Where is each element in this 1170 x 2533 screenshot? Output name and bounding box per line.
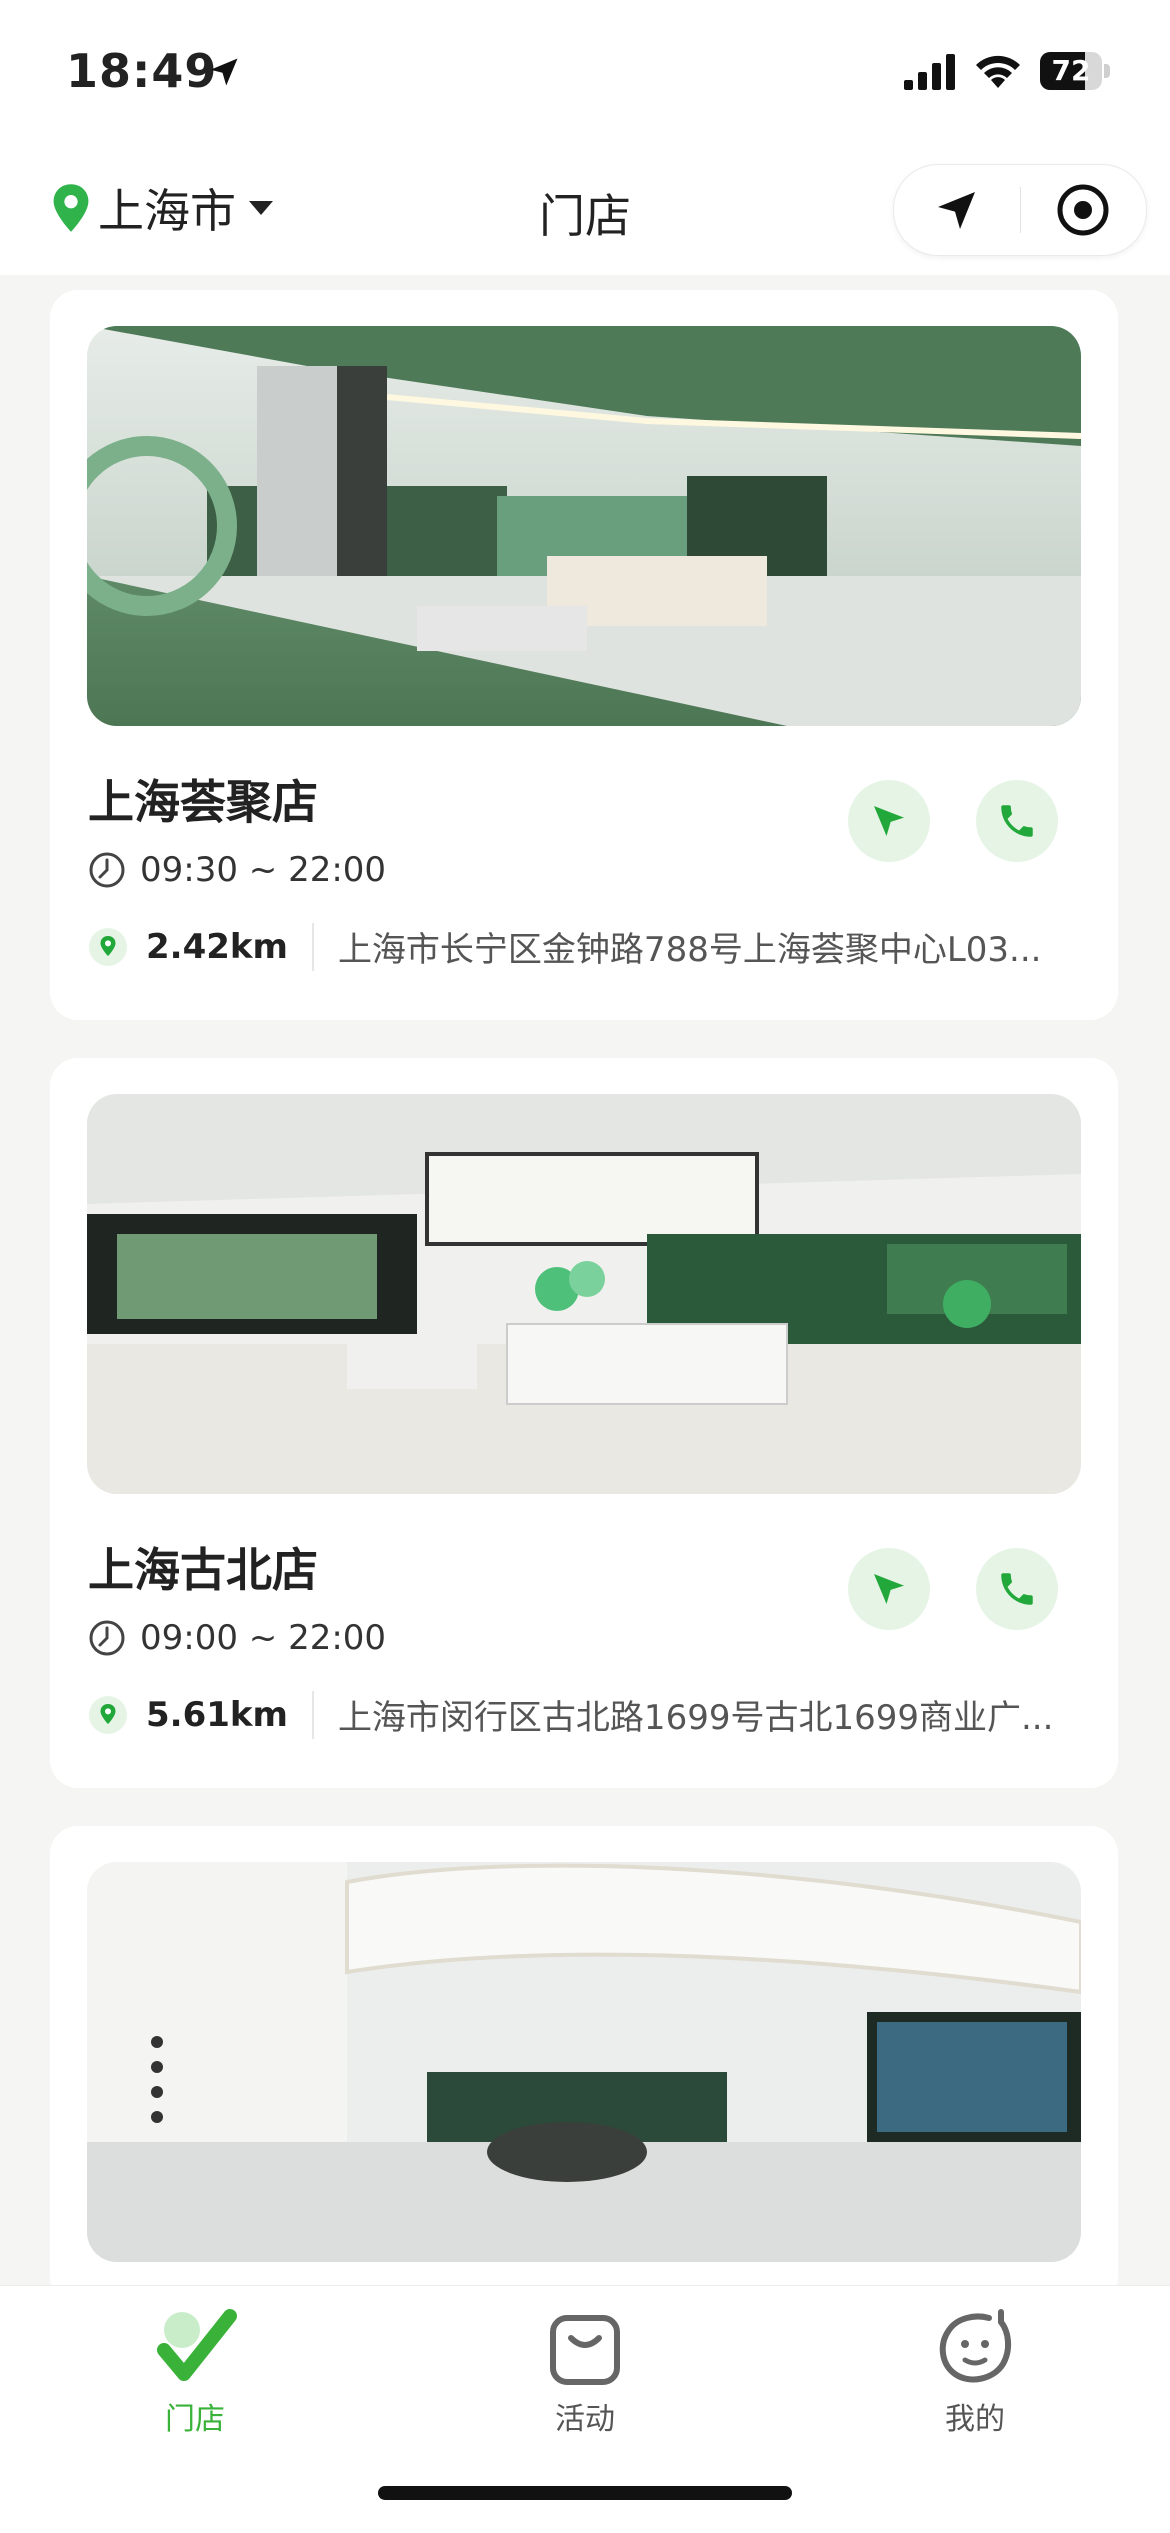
location-pin-icon (89, 1695, 127, 1734)
battery-icon: 72 (1040, 52, 1102, 90)
store-card[interactable]: 上海荟聚店 09:30 ~ 22:00 2.42km 上海市长宁区金钟路788号… (50, 290, 1118, 1020)
battery-tip (1104, 64, 1110, 78)
store-location-row: 2.42km 上海市长宁区金钟路788号上海荟聚中心L03... (88, 922, 1088, 971)
tab-activities[interactable]: 活动 (485, 2306, 685, 2438)
phone-icon (1001, 1573, 1033, 1605)
store-card[interactable] (50, 1826, 1118, 2306)
location-arrow-icon (210, 58, 238, 86)
store-location-row: 5.61km 上海市闵行区古北路1699号古北1699商业广... (88, 1690, 1088, 1739)
mini-program-capsule (893, 164, 1147, 256)
address-text: 上海市长宁区金钟路788号上海荟聚中心L03... (337, 930, 1042, 970)
store-name: 上海荟聚店 (88, 775, 318, 829)
status-bar: 18:49 72 (0, 0, 1170, 150)
target-circle-icon (1057, 184, 1109, 236)
address-text: 上海市闵行区古北路1699号古北1699商业广... (337, 1698, 1054, 1738)
cellular-signal-icon (904, 54, 955, 90)
nav-bar: 上海市 门店 (0, 150, 1170, 275)
smiley-face-icon (939, 2309, 1011, 2383)
clock-icon (89, 852, 125, 888)
tab-label: 门店 (165, 2402, 225, 2437)
navigate-store-button[interactable] (848, 1548, 930, 1630)
navigate-button[interactable] (894, 165, 1020, 255)
golf-check-icon (157, 2309, 237, 2381)
battery-percent: 72 (1051, 54, 1091, 87)
shopping-bag-icon (550, 2315, 620, 2385)
call-store-button[interactable] (976, 780, 1058, 862)
store-card[interactable]: 上海古北店 09:00 ~ 22:00 5.61km 上海市闵行区古北路1699… (50, 1058, 1118, 1788)
store-photo (87, 1862, 1081, 2262)
status-time: 18:49 (66, 44, 218, 98)
distance-text: 5.61km (146, 1694, 288, 1735)
tab-label: 我的 (945, 2402, 1005, 2437)
tab-stores[interactable]: 门店 (95, 2306, 295, 2438)
call-store-button[interactable] (976, 1548, 1058, 1630)
navigate-store-button[interactable] (848, 780, 930, 862)
tab-label: 活动 (555, 2402, 615, 2437)
divider (311, 1690, 314, 1739)
navigation-arrow-icon (874, 1574, 904, 1604)
store-photo (87, 326, 1081, 726)
hours-text: 09:30 ~ 22:00 (140, 850, 387, 890)
wifi-icon (976, 55, 1020, 88)
close-miniprogram-button[interactable] (1020, 165, 1146, 255)
store-hours: 09:00 ~ 22:00 (88, 1618, 386, 1658)
navigation-arrow-icon (938, 192, 975, 229)
store-photo (87, 1094, 1081, 1494)
store-hours: 09:30 ~ 22:00 (88, 850, 386, 890)
phone-icon (1001, 805, 1033, 837)
distance-text: 2.42km (146, 926, 288, 967)
divider (311, 922, 314, 971)
clock-icon (89, 1620, 125, 1656)
tab-profile[interactable]: 我的 (875, 2306, 1075, 2438)
navigation-arrow-icon (874, 806, 904, 836)
home-indicator (378, 2486, 792, 2500)
store-name: 上海古北店 (88, 1543, 318, 1597)
hours-text: 09:00 ~ 22:00 (140, 1618, 387, 1658)
location-pin-icon (89, 927, 127, 966)
